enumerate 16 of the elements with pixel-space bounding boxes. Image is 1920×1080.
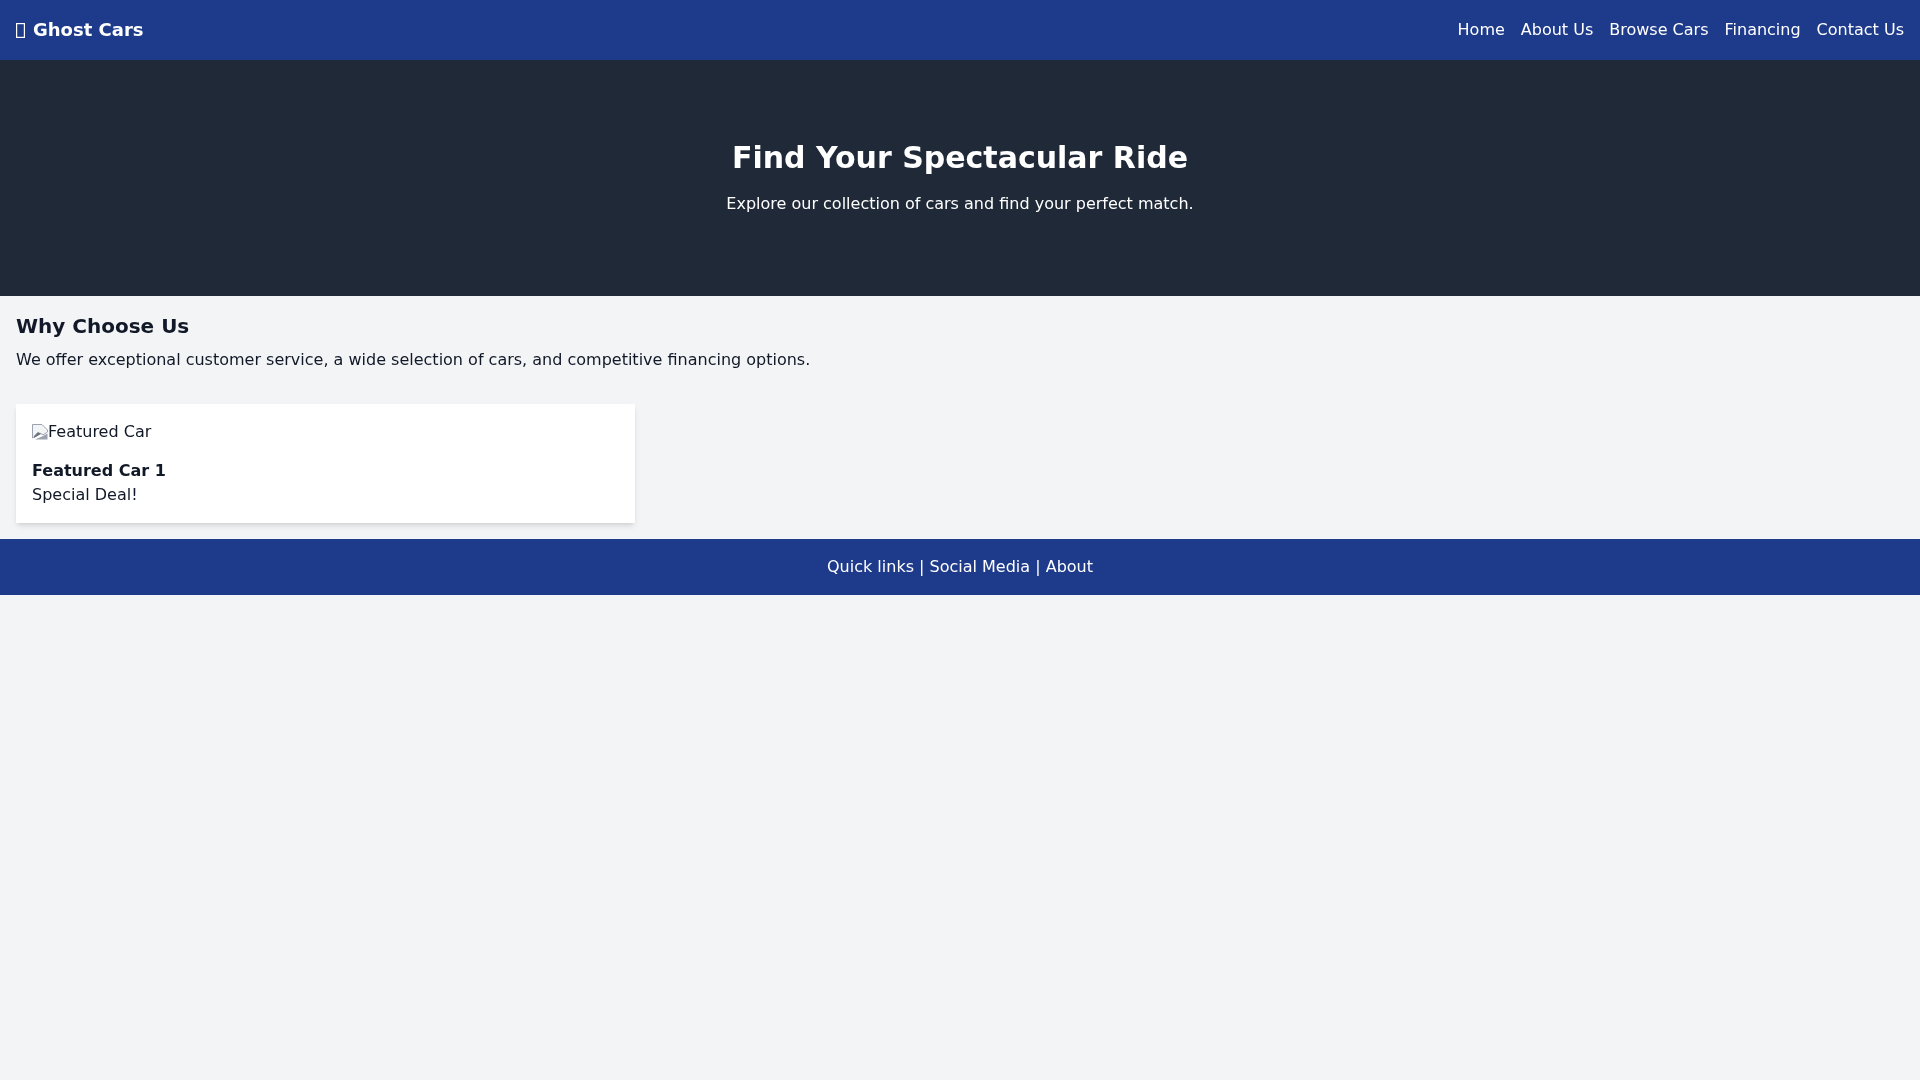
image-alt-text: Featured Car (48, 421, 152, 443)
broken-image-icon (32, 424, 48, 440)
missing-glyph-icon (16, 22, 25, 38)
section-text: We offer exceptional customer service, a wide selection of cars, and competitive financing options. (16, 349, 811, 371)
hero-title: Find Your Spectacular Ride (731, 140, 1189, 176)
site-logo[interactable]: Ghost Cars (33, 16, 144, 44)
nav-link[interactable]: Contact Us (1816, 18, 1904, 42)
nav-link[interactable]: Browse Cars (1609, 18, 1709, 42)
hero-subtitle: Explore our collection of cars and find your perfect match. (726, 193, 1194, 215)
footer-links-text: Quick links | Social Media | About (827, 556, 1093, 578)
card-note: Special Deal! (32, 484, 138, 506)
nav-link[interactable]: Home (1457, 18, 1505, 42)
nav-link[interactable]: About Us (1520, 18, 1594, 42)
card-title: Featured Car 1 (32, 460, 166, 482)
section-heading: Why Choose Us (16, 313, 190, 340)
nav-link[interactable]: Financing (1724, 18, 1801, 42)
